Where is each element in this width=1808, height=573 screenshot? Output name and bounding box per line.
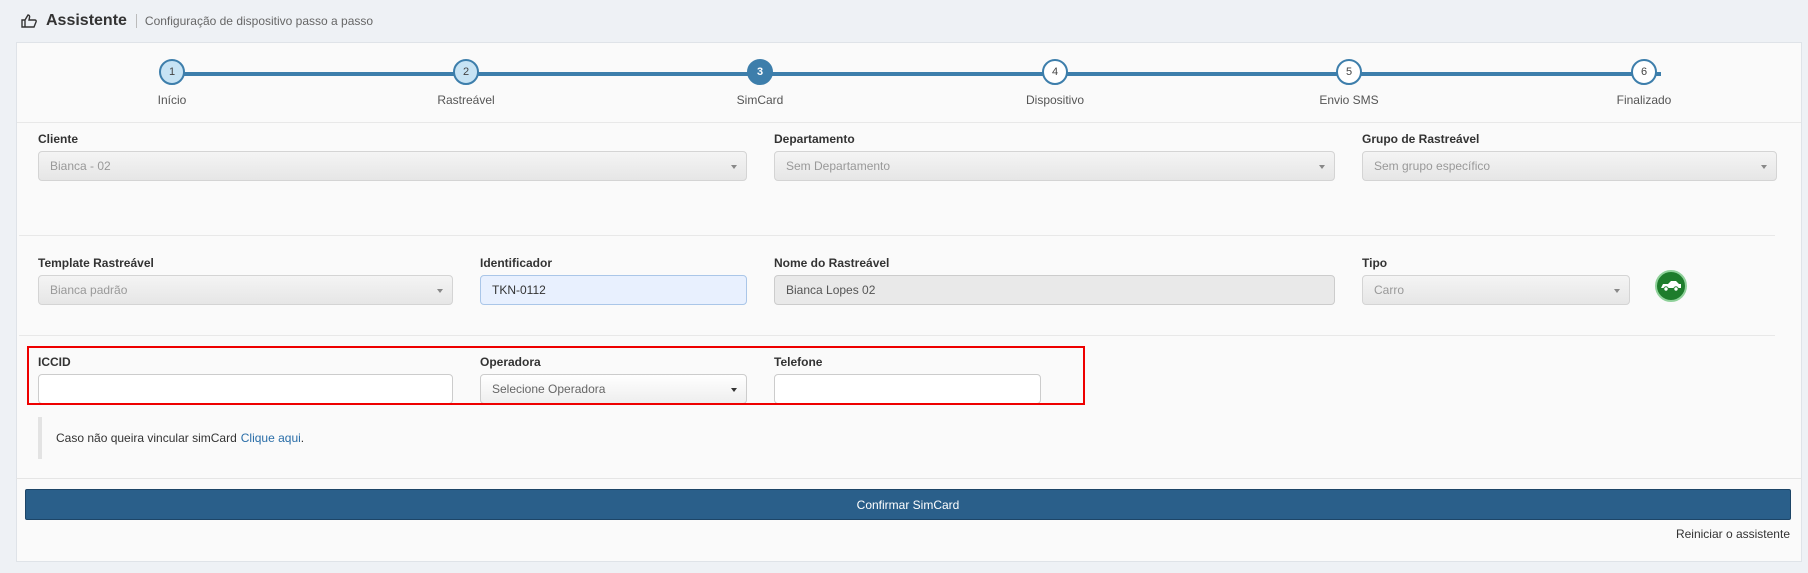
template-label: Template Rastreável: [38, 256, 154, 270]
divider: [19, 335, 1775, 336]
identificador-input[interactable]: TKN-0112: [480, 275, 747, 305]
grupo-select[interactable]: Sem grupo específico: [1362, 151, 1777, 181]
divider: [19, 235, 1775, 236]
step-number: 6: [1631, 59, 1657, 85]
page-title: Assistente: [46, 12, 127, 29]
step-simcard[interactable]: 3 SimCard: [700, 59, 820, 107]
step-label: Finalizado: [1616, 93, 1672, 107]
step-rastreavel[interactable]: 2 Rastreável: [406, 59, 526, 107]
wizard-stepper: 1 Início 2 Rastreável 3 SimCard 4 Dispos…: [17, 43, 1801, 123]
departamento-field: Departamento Sem Departamento: [774, 132, 1335, 181]
page-subtitle: Configuração de dispositivo passo a pass…: [144, 14, 374, 28]
car-icon[interactable]: [1655, 270, 1687, 302]
grupo-field: Grupo de Rastreável Sem grupo específico: [1362, 132, 1777, 181]
cliente-field: Cliente Bianca - 02: [38, 132, 747, 181]
chevron-down-icon: [731, 165, 737, 169]
chevron-down-icon: [437, 289, 443, 293]
tipo-label: Tipo: [1362, 256, 1388, 270]
cliente-select[interactable]: Bianca - 02: [38, 151, 747, 181]
departamento-select[interactable]: Sem Departamento: [774, 151, 1335, 181]
step-number: 5: [1336, 59, 1362, 85]
skip-simcard-note: Caso não queira vincular simCard Clique …: [38, 417, 638, 459]
step-envio-sms[interactable]: 5 Envio SMS: [1289, 59, 1409, 107]
identificador-field: Identificador TKN-0112: [480, 256, 747, 305]
departamento-label: Departamento: [774, 132, 855, 146]
identificador-label: Identificador: [480, 256, 553, 270]
step-number: 2: [453, 59, 479, 85]
tipo-value: Carro: [1374, 283, 1405, 297]
restart-wizard-link[interactable]: Reiniciar o assistente: [1676, 527, 1790, 541]
template-select[interactable]: Bianca padrão: [38, 275, 453, 305]
step-finalizado[interactable]: 6 Finalizado: [1584, 59, 1704, 107]
footer-divider: [16, 478, 1802, 479]
stepper-track: [171, 72, 1661, 76]
nome-field: Nome do Rastreável Bianca Lopes 02: [774, 256, 1335, 305]
tipo-field: Tipo Carro: [1362, 256, 1630, 305]
skip-simcard-link[interactable]: Clique aqui: [241, 431, 301, 445]
hand-pointer-icon: [20, 12, 38, 30]
cliente-value: Bianca - 02: [50, 159, 111, 173]
step-label: Início: [157, 93, 187, 107]
tipo-select[interactable]: Carro: [1362, 275, 1630, 305]
nome-input[interactable]: Bianca Lopes 02: [774, 275, 1335, 305]
step-inicio[interactable]: 1 Início: [112, 59, 232, 107]
note-suffix: .: [300, 431, 305, 445]
cliente-label: Cliente: [38, 132, 79, 146]
note-text: Caso não queira vincular simCard: [56, 431, 237, 445]
confirm-simcard-button[interactable]: Confirmar SimCard: [25, 489, 1791, 520]
grupo-label: Grupo de Rastreável: [1362, 132, 1480, 146]
step-dispositivo[interactable]: 4 Dispositivo: [995, 59, 1115, 107]
highlight-box: [27, 346, 1085, 405]
step-number: 4: [1042, 59, 1068, 85]
template-field: Template Rastreável Bianca padrão: [38, 256, 453, 305]
step-number: 3: [747, 59, 773, 85]
step-number: 1: [159, 59, 185, 85]
page-header: Assistente Configuração de dispositivo p…: [0, 0, 1808, 42]
chevron-down-icon: [1761, 165, 1767, 169]
step-label: Envio SMS: [1319, 93, 1379, 107]
identificador-value: TKN-0112: [492, 283, 546, 297]
chevron-down-icon: [1319, 165, 1325, 169]
template-value: Bianca padrão: [50, 283, 128, 297]
step-label: Rastreável: [437, 93, 495, 107]
nome-value: Bianca Lopes 02: [786, 283, 876, 297]
step-label: SimCard: [736, 93, 784, 107]
header-divider: [135, 14, 137, 28]
grupo-value: Sem grupo específico: [1374, 159, 1491, 173]
step-label: Dispositivo: [1025, 93, 1085, 107]
nome-label: Nome do Rastreável: [774, 256, 890, 270]
departamento-value: Sem Departamento: [786, 159, 891, 173]
chevron-down-icon: [1614, 289, 1620, 293]
